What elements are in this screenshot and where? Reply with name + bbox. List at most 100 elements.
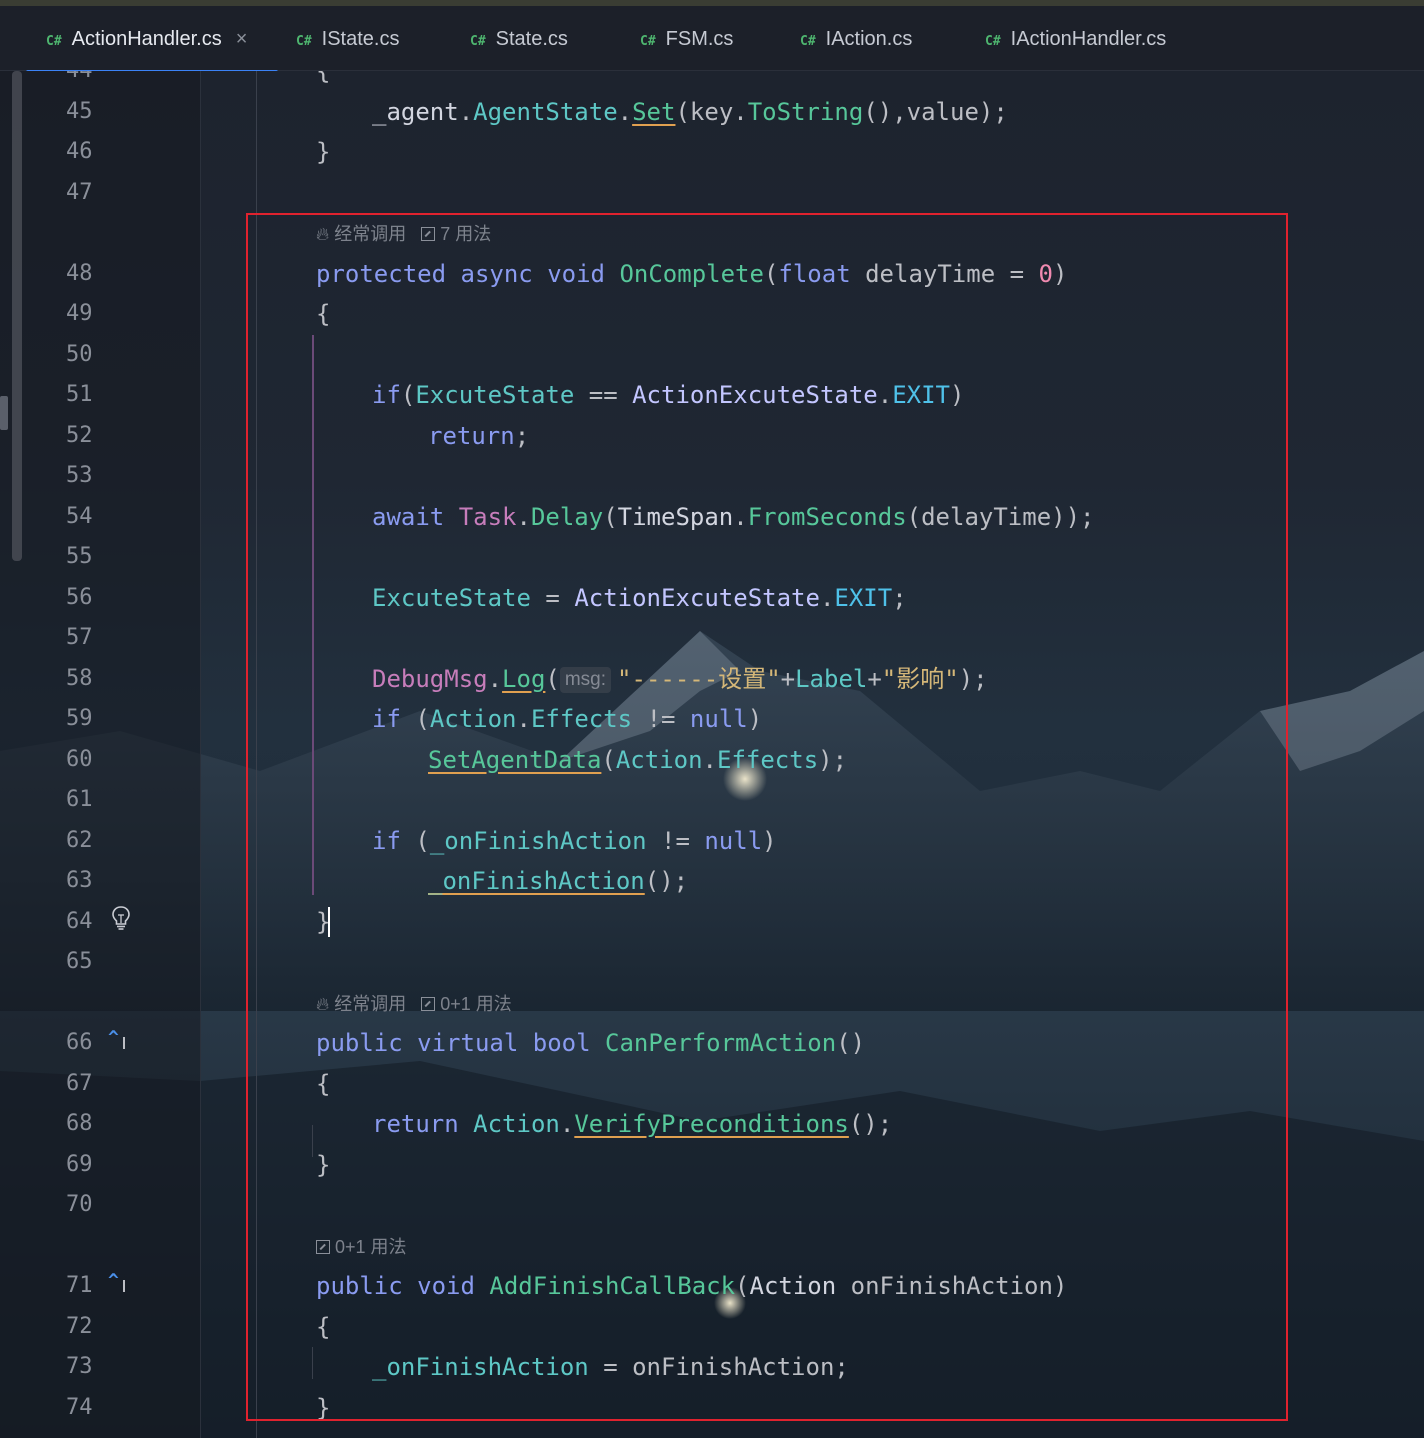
code-line-44: 44 { [0, 71, 1424, 91]
tab-label: IActionHandler.cs [1010, 28, 1167, 50]
code-line-72: 72 { [0, 1307, 1424, 1347]
line-number: 44 [66, 71, 106, 91]
line-number: 63 [66, 868, 93, 893]
override-up-arrow-icon[interactable]: ^ [108, 1027, 125, 1049]
code-line-53: 53 [0, 456, 1424, 496]
line-number: 49 [66, 301, 93, 326]
usages-label[interactable]: 7 用法 [440, 224, 491, 244]
csharp-file-icon: C# [296, 34, 312, 49]
code-line-51: 51 if(ExcuteState == ActionExcuteState.E… [0, 375, 1424, 415]
line-number: 64 [66, 909, 93, 934]
code-line-58: 58 DebugMsg.Log(msg: "------设置"+Label+"影响… [0, 659, 1424, 699]
code-line-68: 68 return Action.VerifyPreconditions(); [0, 1104, 1424, 1144]
line-number: 50 [66, 342, 93, 367]
line-number: 52 [66, 423, 93, 448]
csharp-file-icon: C# [640, 34, 656, 49]
line-number: 45 [66, 99, 93, 124]
code-line-45: 45 _agent.AgentState.Set(key.ToString(),… [0, 92, 1424, 132]
code-line-63: 63 _onFinishAction(); [0, 861, 1424, 901]
code-line-73: 73 _onFinishAction = onFinishAction; [0, 1347, 1424, 1387]
line-number: 46 [66, 139, 93, 164]
line-number: 72 [66, 1314, 93, 1339]
codevision-hint[interactable]: 🔥︎ 经常调用 0+1 用法 [316, 990, 512, 1018]
code-text: _onFinishAction(); [428, 867, 689, 895]
line-number: 57 [66, 625, 93, 650]
flame-icon: 🔥︎ [316, 994, 330, 1014]
code-text: if (_onFinishAction != null) [372, 827, 777, 855]
tab-fsm[interactable]: C# FSM.cs [640, 20, 733, 58]
code-line-57: 57 [0, 618, 1424, 658]
code-text: { [316, 300, 331, 328]
line-number: 53 [66, 463, 93, 488]
tab-label: IAction.cs [825, 28, 913, 50]
tab-label: State.cs [495, 28, 568, 50]
close-icon[interactable]: × [236, 28, 248, 50]
line-number: 74 [66, 1395, 93, 1420]
usages-icon [316, 1240, 330, 1254]
code-text: SetAgentData(Action.Effects); [428, 746, 848, 774]
tab-label: IState.cs [321, 28, 400, 50]
code-line-47: 47 [0, 173, 1424, 213]
code-line-71: 71 ^ public void AddFinishCallBack(Actio… [0, 1266, 1424, 1306]
tab-actionhandler[interactable]: C# ActionHandler.cs × [46, 20, 247, 58]
tab-label: ActionHandler.cs [71, 28, 222, 50]
code-text: ExcuteState = ActionExcuteState.EXIT; [372, 584, 907, 612]
line-number: 59 [66, 706, 93, 731]
line-number: 62 [66, 828, 93, 853]
line-number: 60 [66, 747, 93, 772]
line-number: 47 [66, 180, 93, 205]
tab-label: FSM.cs [665, 28, 734, 50]
line-number: 69 [66, 1152, 93, 1177]
code-line-49: 49 { [0, 294, 1424, 334]
csharp-file-icon: C# [800, 34, 816, 49]
code-text: { [316, 71, 331, 85]
tab-iactionhandler[interactable]: C# IActionHandler.cs [985, 20, 1166, 58]
code-line-74: 74 } [0, 1388, 1424, 1428]
code-text: return; [428, 422, 530, 450]
code-text: if (Action.Effects != null) [372, 705, 763, 733]
tab-iaction[interactable]: C# IAction.cs [800, 20, 912, 58]
lightbulb-icon[interactable] [110, 905, 132, 931]
code-line-69: 69 } [0, 1145, 1424, 1185]
code-text: public void AddFinishCallBack(Action onF… [316, 1272, 1068, 1300]
line-number: 58 [66, 666, 93, 691]
usages-label[interactable]: 0+1 用法 [335, 1237, 407, 1257]
code-line-55: 55 [0, 537, 1424, 577]
line-number: 55 [66, 544, 93, 569]
code-line-67: 67 { [0, 1064, 1424, 1104]
code-line-62: 62 if (_onFinishAction != null) [0, 821, 1424, 861]
code-line-61: 61 [0, 780, 1424, 820]
csharp-file-icon: C# [985, 34, 1001, 49]
parameter-hint: msg: [559, 667, 612, 693]
code-editor[interactable]: 44 { 45 _agent.AgentState.Set(key.ToStri… [0, 71, 1424, 1438]
usages-label[interactable]: 0+1 用法 [440, 994, 512, 1014]
code-text: _onFinishAction = onFinishAction; [372, 1353, 849, 1381]
code-text: DebugMsg.Log(msg: "------设置"+Label+"影响"); [372, 665, 988, 693]
code-text: } [316, 138, 331, 166]
code-line-64: 64 } [0, 902, 1424, 942]
code-text: protected async void OnComplete(float de… [316, 260, 1068, 288]
tab-state[interactable]: C# State.cs [470, 20, 568, 58]
code-line-56: 56 ExcuteState = ActionExcuteState.EXIT; [0, 578, 1424, 618]
code-text: } [316, 1394, 331, 1422]
code-line-46: 46 } [0, 132, 1424, 172]
override-up-arrow-icon[interactable]: ^ [108, 1270, 125, 1292]
tab-istate[interactable]: C# IState.cs [296, 20, 399, 58]
code-line-65: 65 [0, 942, 1424, 982]
line-number: 56 [66, 585, 93, 610]
frequent-call-label: 经常调用 [334, 224, 407, 244]
frequent-call-label: 经常调用 [334, 994, 407, 1014]
line-number: 65 [66, 949, 93, 974]
codevision-hint[interactable]: 🔥︎ 经常调用 7 用法 [316, 220, 491, 248]
csharp-file-icon: C# [46, 34, 62, 49]
code-line-50: 50 [0, 335, 1424, 375]
codevision-hint[interactable]: 0+1 用法 [316, 1233, 407, 1261]
line-number: 48 [66, 261, 93, 286]
code-text: public virtual bool CanPerformAction() [316, 1029, 866, 1057]
csharp-file-icon: C# [470, 34, 486, 49]
code-line-54: 54 await Task.Delay(TimeSpan.FromSeconds… [0, 497, 1424, 537]
line-number: 61 [66, 787, 93, 812]
code-line-59: 59 if (Action.Effects != null) [0, 699, 1424, 739]
line-number: 51 [66, 382, 93, 407]
line-number: 68 [66, 1111, 93, 1136]
